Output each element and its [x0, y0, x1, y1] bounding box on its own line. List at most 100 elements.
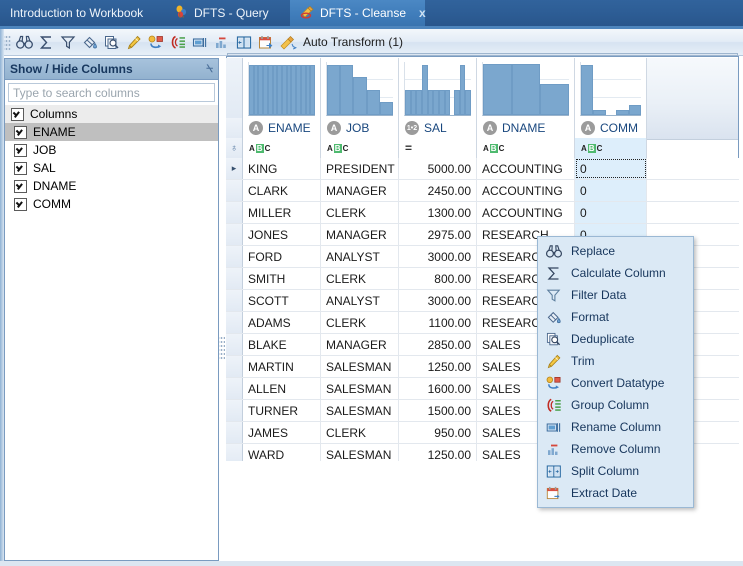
toolbar-trim-button[interactable]: [123, 31, 145, 53]
table-cell-ename[interactable]: KING: [243, 158, 321, 179]
table-cell-sal[interactable]: 1300.00: [399, 202, 477, 223]
menu-item-calculate-column[interactable]: Calculate Column: [538, 262, 693, 284]
checkbox-icon[interactable]: [14, 143, 27, 157]
row-header[interactable]: [226, 224, 243, 245]
menu-item-convert-datatype[interactable]: Convert Datatype: [538, 372, 693, 394]
table-cell-dname[interactable]: ACCOUNTING: [477, 180, 575, 201]
table-cell-job[interactable]: CLERK: [321, 202, 399, 223]
toolbar-replace-button[interactable]: [13, 31, 35, 53]
row-header[interactable]: ▸: [226, 158, 243, 179]
table-cell-sal[interactable]: 3000.00: [399, 290, 477, 311]
table-cell-ename[interactable]: JONES: [243, 224, 321, 245]
column-item-dname[interactable]: DNAME: [5, 177, 218, 195]
row-header[interactable]: [226, 268, 243, 289]
row-header[interactable]: [226, 444, 243, 461]
panel-splitter[interactable]: [219, 336, 225, 360]
histogram-ename[interactable]: [243, 58, 321, 118]
table-cell-job[interactable]: CLERK: [321, 268, 399, 289]
table-cell-sal[interactable]: 1250.00: [399, 356, 477, 377]
filter-cell-sal[interactable]: =: [399, 138, 477, 158]
pin-icon[interactable]: ⍀: [206, 63, 213, 76]
table-cell-sal[interactable]: 2850.00: [399, 334, 477, 355]
menu-item-extract-date[interactable]: Extract Date: [538, 482, 693, 504]
column-header-ename[interactable]: A ENAME: [243, 118, 321, 138]
table-cell-sal[interactable]: 950.00: [399, 422, 477, 443]
table-cell-comm[interactable]: 0: [575, 180, 647, 201]
histogram-job[interactable]: [321, 58, 399, 118]
tab-dfts-query[interactable]: DFTS - Query: [165, 0, 290, 26]
table-cell-ename[interactable]: MILLER: [243, 202, 321, 223]
row-header[interactable]: [226, 356, 243, 377]
table-cell-job[interactable]: SALESMAN: [321, 356, 399, 377]
toolbar-group-column-button[interactable]: [167, 31, 189, 53]
checkbox-icon[interactable]: [14, 179, 27, 193]
filter-cell-ename[interactable]: ABC: [243, 138, 321, 158]
search-columns-input[interactable]: Type to search columns: [8, 83, 215, 102]
table-cell-job[interactable]: SALESMAN: [321, 400, 399, 421]
toolbar-grip[interactable]: [3, 34, 11, 50]
toolbar-extract-date-button[interactable]: [255, 31, 277, 53]
checkbox-icon[interactable]: [11, 107, 24, 121]
menu-item-group-column[interactable]: Group Column: [538, 394, 693, 416]
menu-item-format[interactable]: Format: [538, 306, 693, 328]
toolbar-deduplicate-button[interactable]: [101, 31, 123, 53]
table-cell-ename[interactable]: BLAKE: [243, 334, 321, 355]
histogram-sal[interactable]: [399, 58, 477, 118]
row-header[interactable]: [226, 378, 243, 399]
table-row[interactable]: MILLER CLERK 1300.00 ACCOUNTING 0: [226, 202, 739, 224]
table-cell-job[interactable]: SALESMAN: [321, 444, 399, 461]
toolbar-calculate-column-button[interactable]: [35, 31, 57, 53]
tab-dfts-cleanse[interactable]: DFTS - Cleanse x: [290, 0, 426, 26]
table-cell-sal[interactable]: 1250.00: [399, 444, 477, 461]
menu-item-deduplicate[interactable]: Deduplicate: [538, 328, 693, 350]
column-header-comm[interactable]: A COMM: [575, 118, 647, 138]
toolbar-auto-transform-button[interactable]: [277, 31, 299, 53]
toolbar-convert-datatype-button[interactable]: [145, 31, 167, 53]
table-row[interactable]: CLARK MANAGER 2450.00 ACCOUNTING 0: [226, 180, 739, 202]
menu-item-trim[interactable]: Trim: [538, 350, 693, 372]
toolbar-split-column-button[interactable]: [233, 31, 255, 53]
row-header[interactable]: [226, 422, 243, 443]
table-cell-ename[interactable]: FORD: [243, 246, 321, 267]
column-header-job[interactable]: A JOB: [321, 118, 399, 138]
table-cell-sal[interactable]: 1100.00: [399, 312, 477, 333]
table-cell-dname[interactable]: ACCOUNTING: [477, 202, 575, 223]
column-header-sal[interactable]: 1•2 SAL: [399, 118, 477, 138]
table-cell-job[interactable]: MANAGER: [321, 334, 399, 355]
row-header[interactable]: [226, 400, 243, 421]
filter-cell-dname[interactable]: ABC: [477, 138, 575, 158]
filter-cell-comm[interactable]: ABC: [575, 138, 647, 158]
table-cell-dname[interactable]: ACCOUNTING: [477, 158, 575, 179]
table-row[interactable]: ▸ KING PRESIDENT 5000.00 ACCOUNTING 0: [226, 158, 739, 180]
table-cell-ename[interactable]: SCOTT: [243, 290, 321, 311]
filter-row-toggle[interactable]: ♁: [226, 138, 243, 158]
row-header[interactable]: [226, 202, 243, 223]
row-header[interactable]: [226, 246, 243, 267]
table-cell-ename[interactable]: SMITH: [243, 268, 321, 289]
table-cell-sal[interactable]: 2450.00: [399, 180, 477, 201]
table-cell-comm[interactable]: 0: [575, 202, 647, 223]
toolbar-filter-data-button[interactable]: [57, 31, 79, 53]
row-header[interactable]: [226, 180, 243, 201]
table-cell-ename[interactable]: ALLEN: [243, 378, 321, 399]
table-cell-ename[interactable]: MARTIN: [243, 356, 321, 377]
menu-item-split-column[interactable]: Split Column: [538, 460, 693, 482]
table-cell-sal[interactable]: 1600.00: [399, 378, 477, 399]
menu-item-rename-column[interactable]: Rename Column: [538, 416, 693, 438]
columns-group-row[interactable]: Columns: [5, 105, 218, 123]
table-cell-job[interactable]: CLERK: [321, 312, 399, 333]
checkbox-icon[interactable]: [14, 161, 27, 175]
table-cell-job[interactable]: ANALYST: [321, 290, 399, 311]
table-cell-ename[interactable]: TURNER: [243, 400, 321, 421]
column-item-job[interactable]: JOB: [5, 141, 218, 159]
histogram-comm[interactable]: [575, 58, 647, 118]
table-cell-comm[interactable]: 0: [575, 158, 647, 179]
histogram-dname[interactable]: [477, 58, 575, 118]
table-cell-sal[interactable]: 2975.00: [399, 224, 477, 245]
row-header[interactable]: [226, 312, 243, 333]
table-cell-ename[interactable]: ADAMS: [243, 312, 321, 333]
column-item-ename[interactable]: ENAME: [5, 123, 218, 141]
menu-item-filter-data[interactable]: Filter Data: [538, 284, 693, 306]
tab-close-icon[interactable]: x: [419, 6, 426, 20]
menu-item-replace[interactable]: Replace: [538, 240, 693, 262]
